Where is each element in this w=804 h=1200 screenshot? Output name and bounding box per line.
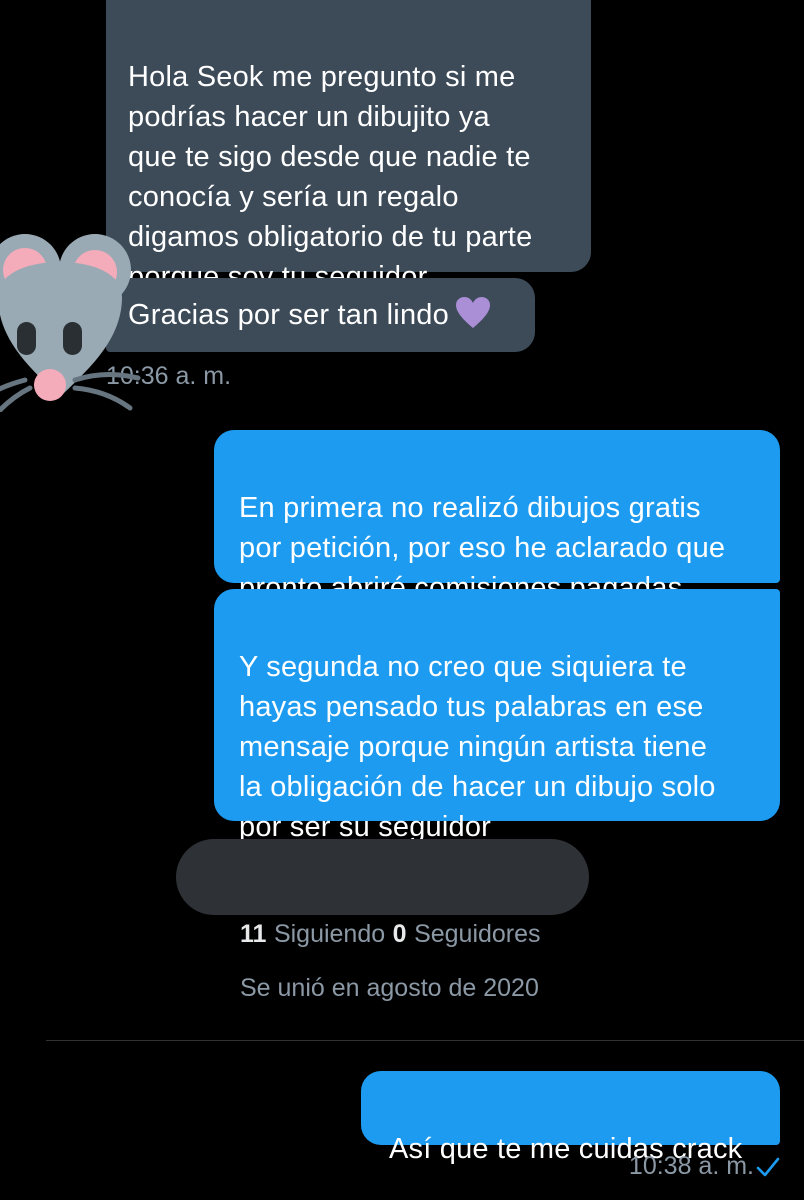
following-count: 11 <box>240 920 267 948</box>
incoming-message-text: Hola Seok me pregunto si me podrías hace… <box>128 61 533 293</box>
join-date: Se unió en agosto de 2020 <box>240 974 539 1002</box>
outgoing-message-bubble[interactable]: En primera no realizó dibujos gratis por… <box>214 430 780 604</box>
outgoing-message-bubble[interactable]: Y segunda no creo que siquiera te hayas … <box>214 589 780 843</box>
incoming-message-bubble[interactable]: Hola Seok me pregunto si me podrías hace… <box>106 0 591 293</box>
follow-stats: 11 Siguiendo 0 Seguidores <box>240 920 541 949</box>
outgoing-timestamp: 10:38 a. m. <box>628 1152 754 1180</box>
purple-heart-icon <box>455 297 490 328</box>
outgoing-message-text: Y segunda no creo que siquiera te hayas … <box>239 651 716 843</box>
followers-count: 0 <box>392 920 407 948</box>
outgoing-message-bubble[interactable]: Así que te me cuidas crack <box>361 1071 780 1165</box>
mouse-face-icon <box>0 234 141 412</box>
incoming-message-bubble[interactable]: Gracias por ser tan lindo <box>106 278 535 352</box>
outgoing-message-text: En primera no realizó dibujos gratis por… <box>239 492 726 604</box>
redacted-username <box>176 839 589 915</box>
check-icon <box>756 1157 780 1177</box>
divider <box>46 1040 804 1041</box>
incoming-message-text: Gracias por ser tan lindo <box>128 299 449 331</box>
following-label: Siguiendo <box>273 920 386 948</box>
followers-label: Seguidores <box>414 920 541 948</box>
